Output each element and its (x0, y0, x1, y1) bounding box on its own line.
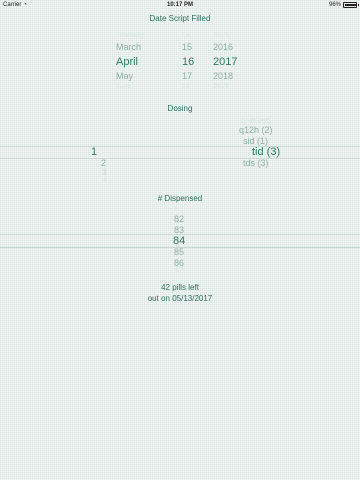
dispensed-option[interactable]: 82 (174, 214, 184, 224)
picker-selection-line (0, 158, 360, 159)
dispensed-option[interactable]: 81 (175, 206, 183, 213)
year-option[interactable]: 2018 (213, 71, 233, 81)
day-option[interactable]: 15 (182, 42, 192, 52)
frequency-option[interactable]: tds (3) (243, 158, 269, 168)
amount-option[interactable]: 2 (101, 158, 106, 168)
dispensed-option-selected[interactable]: 84 (173, 235, 185, 247)
month-option[interactable]: March (116, 42, 141, 52)
frequency-option[interactable]: sid (1) (243, 136, 268, 146)
battery-indicator: 96% (328, 2, 359, 8)
year-option-selected[interactable]: 2017 (213, 56, 237, 68)
day-option[interactable]: 18 (182, 83, 190, 90)
frequency-option-selected[interactable]: tid (3) (252, 146, 280, 158)
clock: 10:17 PM (166, 2, 193, 8)
battery-percent: 96% (328, 2, 341, 8)
frequency-option[interactable]: q12h (2) (239, 125, 273, 135)
year-option[interactable]: 2019 (213, 83, 229, 90)
month-option-selected[interactable]: April (116, 56, 138, 68)
dispensed-option[interactable]: 83 (174, 225, 184, 235)
month-option[interactable]: June (116, 83, 131, 90)
dispensed-section-title: # Dispensed (157, 194, 203, 203)
battery-fill (345, 4, 356, 6)
year-option[interactable]: 2015 (213, 32, 229, 39)
day-option-selected[interactable]: 16 (182, 56, 194, 68)
month-option[interactable]: February (116, 32, 144, 39)
status-bar: Carrier ◔ 10:17 PM 96% (0, 0, 360, 11)
dispensed-option[interactable]: 85 (174, 247, 184, 257)
month-option[interactable]: May (116, 71, 133, 81)
frequency-option[interactable]: q24h (qd) (241, 118, 271, 125)
out-on-date-text: out on 05/13/2017 (147, 294, 213, 303)
battery-icon (343, 2, 359, 8)
day-option[interactable]: 17 (182, 71, 192, 81)
day-option[interactable]: 14 (182, 32, 190, 39)
date-section-title: Date Script Filled (149, 14, 211, 23)
dosing-section-title: Dosing (167, 104, 193, 113)
year-option[interactable]: 2016 (213, 42, 233, 52)
picker-selection-line (0, 146, 360, 147)
amount-option[interactable]: 4 (103, 177, 107, 184)
dispensed-option[interactable]: 87 (175, 267, 183, 274)
pills-left-text: 42 pills left (161, 283, 199, 292)
amount-option[interactable]: 3 (102, 168, 106, 177)
amount-option-selected[interactable]: 1 (91, 146, 97, 158)
